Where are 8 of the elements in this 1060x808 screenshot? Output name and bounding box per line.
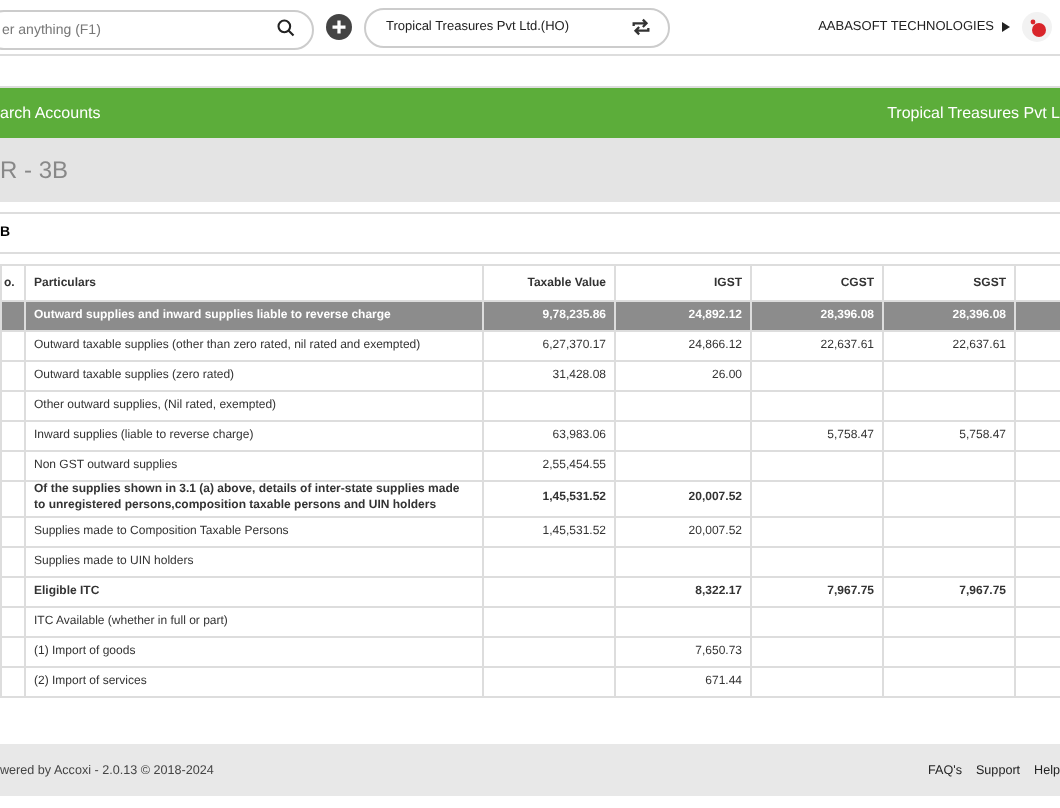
caret-icon[interactable] [1002, 22, 1010, 32]
page-title: R - 3B [0, 138, 1060, 202]
add-icon[interactable] [326, 14, 352, 40]
sync-icon[interactable] [630, 16, 652, 38]
avatar[interactable] [1022, 12, 1052, 42]
company-title: Tropical Treasures Pvt L [887, 104, 1060, 122]
logo-icon [1027, 17, 1047, 37]
search-icon[interactable] [276, 17, 296, 37]
